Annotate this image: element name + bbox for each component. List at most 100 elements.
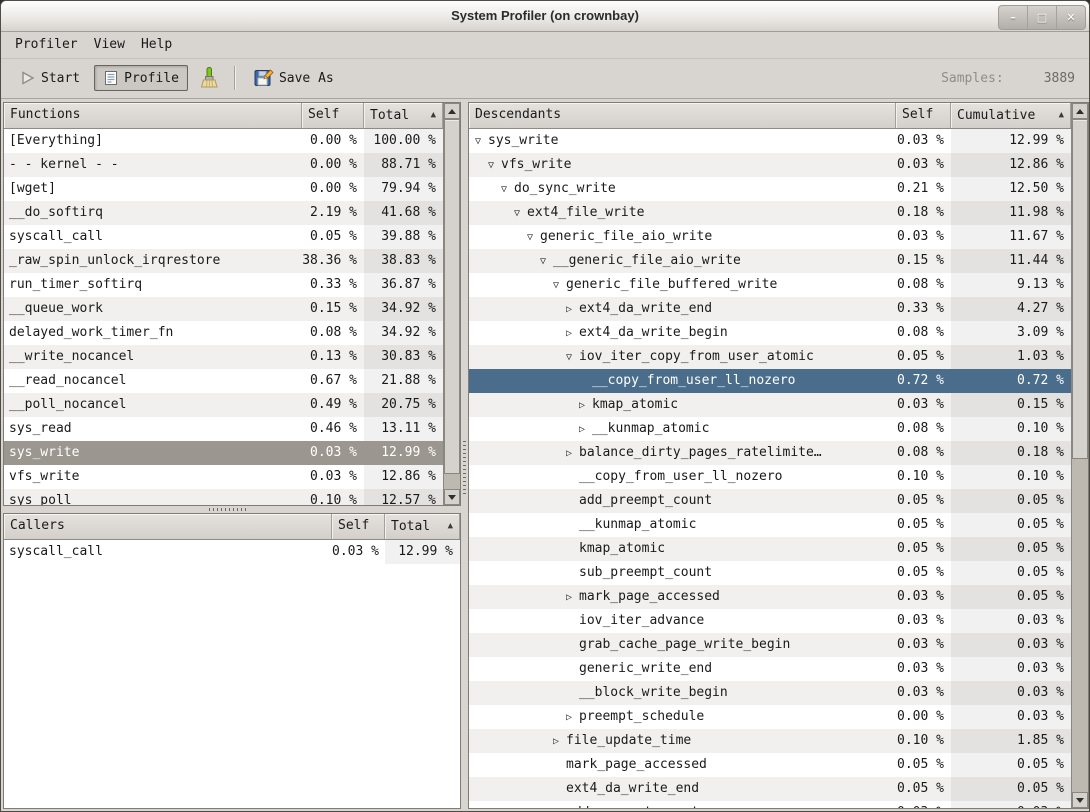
menu-help[interactable]: Help [133,34,180,55]
main-area: Functions Self Total ▲ [Everything]0.00 … [1,99,1089,811]
table-row[interactable]: ▽vfs_write0.03 %12.86 % [469,153,1071,177]
table-row[interactable]: __copy_from_user_ll_nozero0.10 %0.10 % [469,465,1071,489]
expander-open-icon[interactable]: ▽ [553,274,566,297]
table-row[interactable]: [wget]0.00 %79.94 % [4,177,443,201]
scroll-up-button[interactable] [444,103,460,119]
table-row[interactable]: sys_write0.03 %12.99 % [4,441,443,465]
table-row[interactable]: add_preempt_count0.05 %0.05 % [469,489,1071,513]
table-row[interactable]: delayed_work_timer_fn0.08 %34.92 % [4,321,443,345]
self-percent: 0.08 % [896,417,951,441]
table-row[interactable]: ▷__kunmap_atomic0.08 %0.10 % [469,417,1071,441]
table-row[interactable]: ▽sys_write0.03 %12.99 % [469,129,1071,153]
column-header-cumulative[interactable]: Cumulative ▲ [951,103,1071,128]
column-header-total[interactable]: Total ▲ [385,514,460,539]
menu-profiler[interactable]: Profiler [7,34,86,55]
table-row[interactable]: mark_page_accessed0.05 %0.05 % [469,753,1071,777]
table-row[interactable]: generic_write_end0.03 %0.03 % [469,657,1071,681]
column-header-functions[interactable]: Functions [4,103,302,128]
cumulative-percent: 9.13 % [951,273,1071,297]
table-row[interactable]: ▽generic_file_buffered_write0.08 %9.13 % [469,273,1071,297]
table-row[interactable]: vfs_write0.03 %12.86 % [4,465,443,489]
cumulative-percent: 0.15 % [951,393,1071,417]
horizontal-splitter[interactable] [1,506,461,513]
functions-scrollbar[interactable] [443,103,460,505]
table-row[interactable]: syscall_call0.05 %39.88 % [4,225,443,249]
table-row[interactable]: ▽do_sync_write0.21 %12.50 % [469,177,1071,201]
table-row[interactable]: ▷balance_dirty_pages_ratelimite…0.08 %0.… [469,441,1071,465]
table-row[interactable]: __kunmap_atomic0.05 %0.05 % [469,513,1071,537]
table-row[interactable]: grab_cache_page_write_begin0.03 %0.03 % [469,633,1071,657]
scroll-up-button[interactable] [1072,103,1088,119]
column-header-self[interactable]: Self [332,514,385,539]
scrollbar-thumb[interactable] [1072,119,1088,459]
table-row[interactable]: sub_preempt_count0.05 %0.05 % [469,561,1071,585]
expander-closed-icon[interactable]: ▷ [553,730,566,753]
table-row[interactable]: ▽__generic_file_aio_write0.15 %11.44 % [469,249,1071,273]
table-row[interactable]: kmap_atomic0.05 %0.05 % [469,537,1071,561]
table-row[interactable]: add_preempt_count0.03 %0.03 % [469,801,1071,808]
expander-open-icon[interactable]: ▽ [527,226,540,249]
table-row[interactable]: _raw_spin_unlock_irqrestore38.36 %38.83 … [4,249,443,273]
close-button[interactable]: ✕ [1056,6,1085,29]
save-as-button[interactable]: Save As [245,63,343,93]
table-row[interactable]: ▽iov_iter_copy_from_user_atomic0.05 %1.0… [469,345,1071,369]
expander-open-icon[interactable]: ▽ [540,250,553,273]
table-row[interactable]: [Everything]0.00 %100.00 % [4,129,443,153]
table-row[interactable]: ▷ext4_da_write_end0.33 %4.27 % [469,297,1071,321]
table-row[interactable]: __poll_nocancel0.49 %20.75 % [4,393,443,417]
column-header-descendants[interactable]: Descendants [469,103,896,128]
table-row[interactable]: __copy_from_user_ll_nozero0.72 %0.72 % [469,369,1071,393]
expander-closed-icon[interactable]: ▷ [566,706,579,729]
descendants-scrollbar[interactable] [1071,103,1088,808]
table-row[interactable]: ▽generic_file_aio_write0.03 %11.67 % [469,225,1071,249]
minimize-button[interactable]: – [999,6,1027,29]
expander-closed-icon[interactable]: ▷ [579,418,592,441]
table-row[interactable]: __queue_work0.15 %34.92 % [4,297,443,321]
table-row[interactable]: __write_nocancel0.13 %30.83 % [4,345,443,369]
table-row[interactable]: ▷file_update_time0.10 %1.85 % [469,729,1071,753]
expander-closed-icon[interactable]: ▷ [566,442,579,465]
table-row[interactable]: sys_read0.46 %13.11 % [4,417,443,441]
expander-closed-icon[interactable]: ▷ [566,586,579,609]
column-header-callers[interactable]: Callers [4,514,332,539]
table-row[interactable]: sys_poll0.10 %12.57 % [4,489,443,505]
expander-open-icon[interactable]: ▽ [514,202,527,225]
table-row[interactable]: ▷mark_page_accessed0.03 %0.05 % [469,585,1071,609]
expander-open-icon[interactable]: ▽ [501,178,514,201]
scroll-down-button[interactable] [1072,792,1088,808]
table-row[interactable]: - - kernel - -0.00 %88.71 % [4,153,443,177]
table-row[interactable]: __block_write_begin0.03 %0.03 % [469,681,1071,705]
table-row[interactable]: __read_nocancel0.67 %21.88 % [4,369,443,393]
self-percent: 0.03 % [896,153,951,177]
profile-toggle-button[interactable]: Profile [94,65,188,91]
expander-open-icon[interactable]: ▽ [488,154,501,177]
table-row[interactable]: ▷ext4_da_write_begin0.08 %3.09 % [469,321,1071,345]
start-button[interactable]: Start [11,65,89,91]
reset-button[interactable] [193,62,225,94]
descendant-name: __block_write_begin [469,681,896,705]
titlebar[interactable]: System Profiler (on crownbay) – □ ✕ [1,1,1089,32]
scrollbar-thumb[interactable] [444,119,460,474]
column-header-self[interactable]: Self [302,103,364,128]
scroll-down-button[interactable] [444,489,460,505]
column-header-self[interactable]: Self [896,103,951,128]
expander-closed-icon[interactable]: ▷ [566,298,579,321]
table-row[interactable]: ▽ext4_file_write0.18 %11.98 % [469,201,1071,225]
table-row[interactable]: syscall_call0.03 %12.99 % [4,540,460,564]
expander-closed-icon[interactable]: ▷ [566,322,579,345]
table-row[interactable]: ext4_da_write_end0.05 %0.05 % [469,777,1071,801]
column-header-total[interactable]: Total ▲ [364,103,443,128]
table-row[interactable]: ▷kmap_atomic0.03 %0.15 % [469,393,1071,417]
expander-closed-icon[interactable]: ▷ [579,394,592,417]
menu-view[interactable]: View [86,34,133,55]
table-row[interactable]: run_timer_softirq0.33 %36.87 % [4,273,443,297]
table-row[interactable]: ▷preempt_schedule0.00 %0.03 % [469,705,1071,729]
table-row[interactable]: iov_iter_advance0.03 %0.03 % [469,609,1071,633]
self-percent: 0.10 % [896,465,951,489]
descendant-name: ▷kmap_atomic [469,393,896,417]
expander-open-icon[interactable]: ▽ [475,130,488,153]
maximize-button[interactable]: □ [1027,6,1056,29]
expander-open-icon[interactable]: ▽ [566,346,579,369]
table-row[interactable]: __do_softirq2.19 %41.68 % [4,201,443,225]
vertical-splitter[interactable] [461,99,468,812]
